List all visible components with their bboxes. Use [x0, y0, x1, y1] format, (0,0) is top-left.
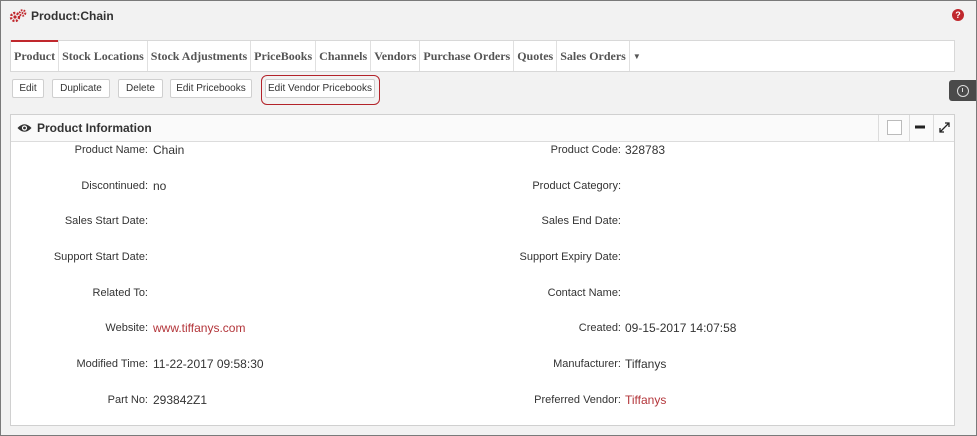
divider [878, 115, 879, 141]
select-checkbox[interactable] [885, 118, 903, 136]
tab-bar: Product Stock Locations Stock Adjustment… [10, 40, 955, 72]
gears-icon [9, 9, 27, 23]
support-expiry-date-label: Support Expiry Date: [519, 251, 622, 263]
part-no-label: Part No: [107, 394, 148, 406]
edit-button[interactable]: Edit [12, 79, 44, 98]
product-name-label: Product Name: [74, 144, 148, 156]
tab-purchase-orders[interactable]: Purchase Orders [420, 41, 515, 71]
website-label: Website: [105, 322, 148, 334]
tab-quotes[interactable]: Quotes [514, 41, 558, 71]
support-start-date-label: Support Start Date: [53, 251, 148, 263]
delete-button[interactable]: Delete [118, 79, 163, 98]
tab-sales-orders[interactable]: Sales Orders [557, 41, 630, 71]
website-link[interactable]: www.tiffanys.com [153, 321, 245, 335]
window: Product:Chain ? Product Stock Locations … [0, 0, 977, 436]
panel-header: Product Information [11, 115, 954, 142]
product-code-value: 328783 [625, 143, 666, 157]
duplicate-button[interactable]: Duplicate [52, 79, 110, 98]
created-label: Created: [578, 322, 621, 334]
modified-time-label: Modified Time: [76, 358, 148, 370]
edit-pricebooks-button[interactable]: Edit Pricebooks [170, 79, 252, 98]
minimize-icon[interactable] [911, 118, 929, 136]
preferred-vendor-label: Preferred Vendor: [534, 394, 621, 406]
created-value: 09-15-2017 14:07:58 [625, 321, 737, 335]
sales-end-date-label: Sales End Date: [541, 215, 622, 227]
modified-time-value: 11-22-2017 09:58:30 [153, 357, 264, 371]
related-to-label: Related To: [92, 287, 148, 299]
tab-stock-adjustments[interactable]: Stock Adjustments [148, 41, 252, 71]
page-title: Product:Chain [31, 9, 114, 23]
product-information-panel: Product Information Product Name: Chain … [10, 114, 955, 426]
tab-channels[interactable]: Channels [316, 41, 372, 71]
clock-icon [956, 84, 969, 97]
tab-product[interactable]: Product [11, 40, 60, 71]
manufacturer-value: Tiffanys [625, 357, 667, 371]
tab-pricebooks[interactable]: PriceBooks [251, 41, 317, 71]
help-icon[interactable]: ? [952, 9, 964, 21]
highlight-annotation [261, 75, 380, 105]
title-bar: Product:Chain [9, 7, 114, 25]
divider [933, 115, 934, 141]
tab-vendors[interactable]: Vendors [371, 41, 421, 71]
contact-name-label: Contact Name: [547, 287, 621, 299]
sales-start-date-label: Sales Start Date: [64, 215, 148, 227]
part-no-value: 293842Z1 [153, 393, 208, 407]
history-tab[interactable] [949, 80, 976, 101]
discontinued-label: Discontinued: [81, 180, 148, 192]
product-name-value: Chain [153, 143, 185, 157]
product-code-label: Product Code: [550, 144, 621, 156]
divider [909, 115, 910, 141]
caret-down-icon[interactable]: ▼ [630, 41, 644, 71]
panel-title: Product Information [37, 121, 152, 135]
eye-icon[interactable] [17, 123, 32, 133]
preferred-vendor-link[interactable]: Tiffanys [625, 393, 666, 407]
discontinued-value: no [153, 179, 167, 193]
manufacturer-label: Manufacturer: [553, 358, 621, 370]
product-category-label: Product Category: [532, 180, 621, 192]
expand-icon[interactable] [935, 118, 953, 136]
tab-stock-locations[interactable]: Stock Locations [59, 41, 148, 71]
